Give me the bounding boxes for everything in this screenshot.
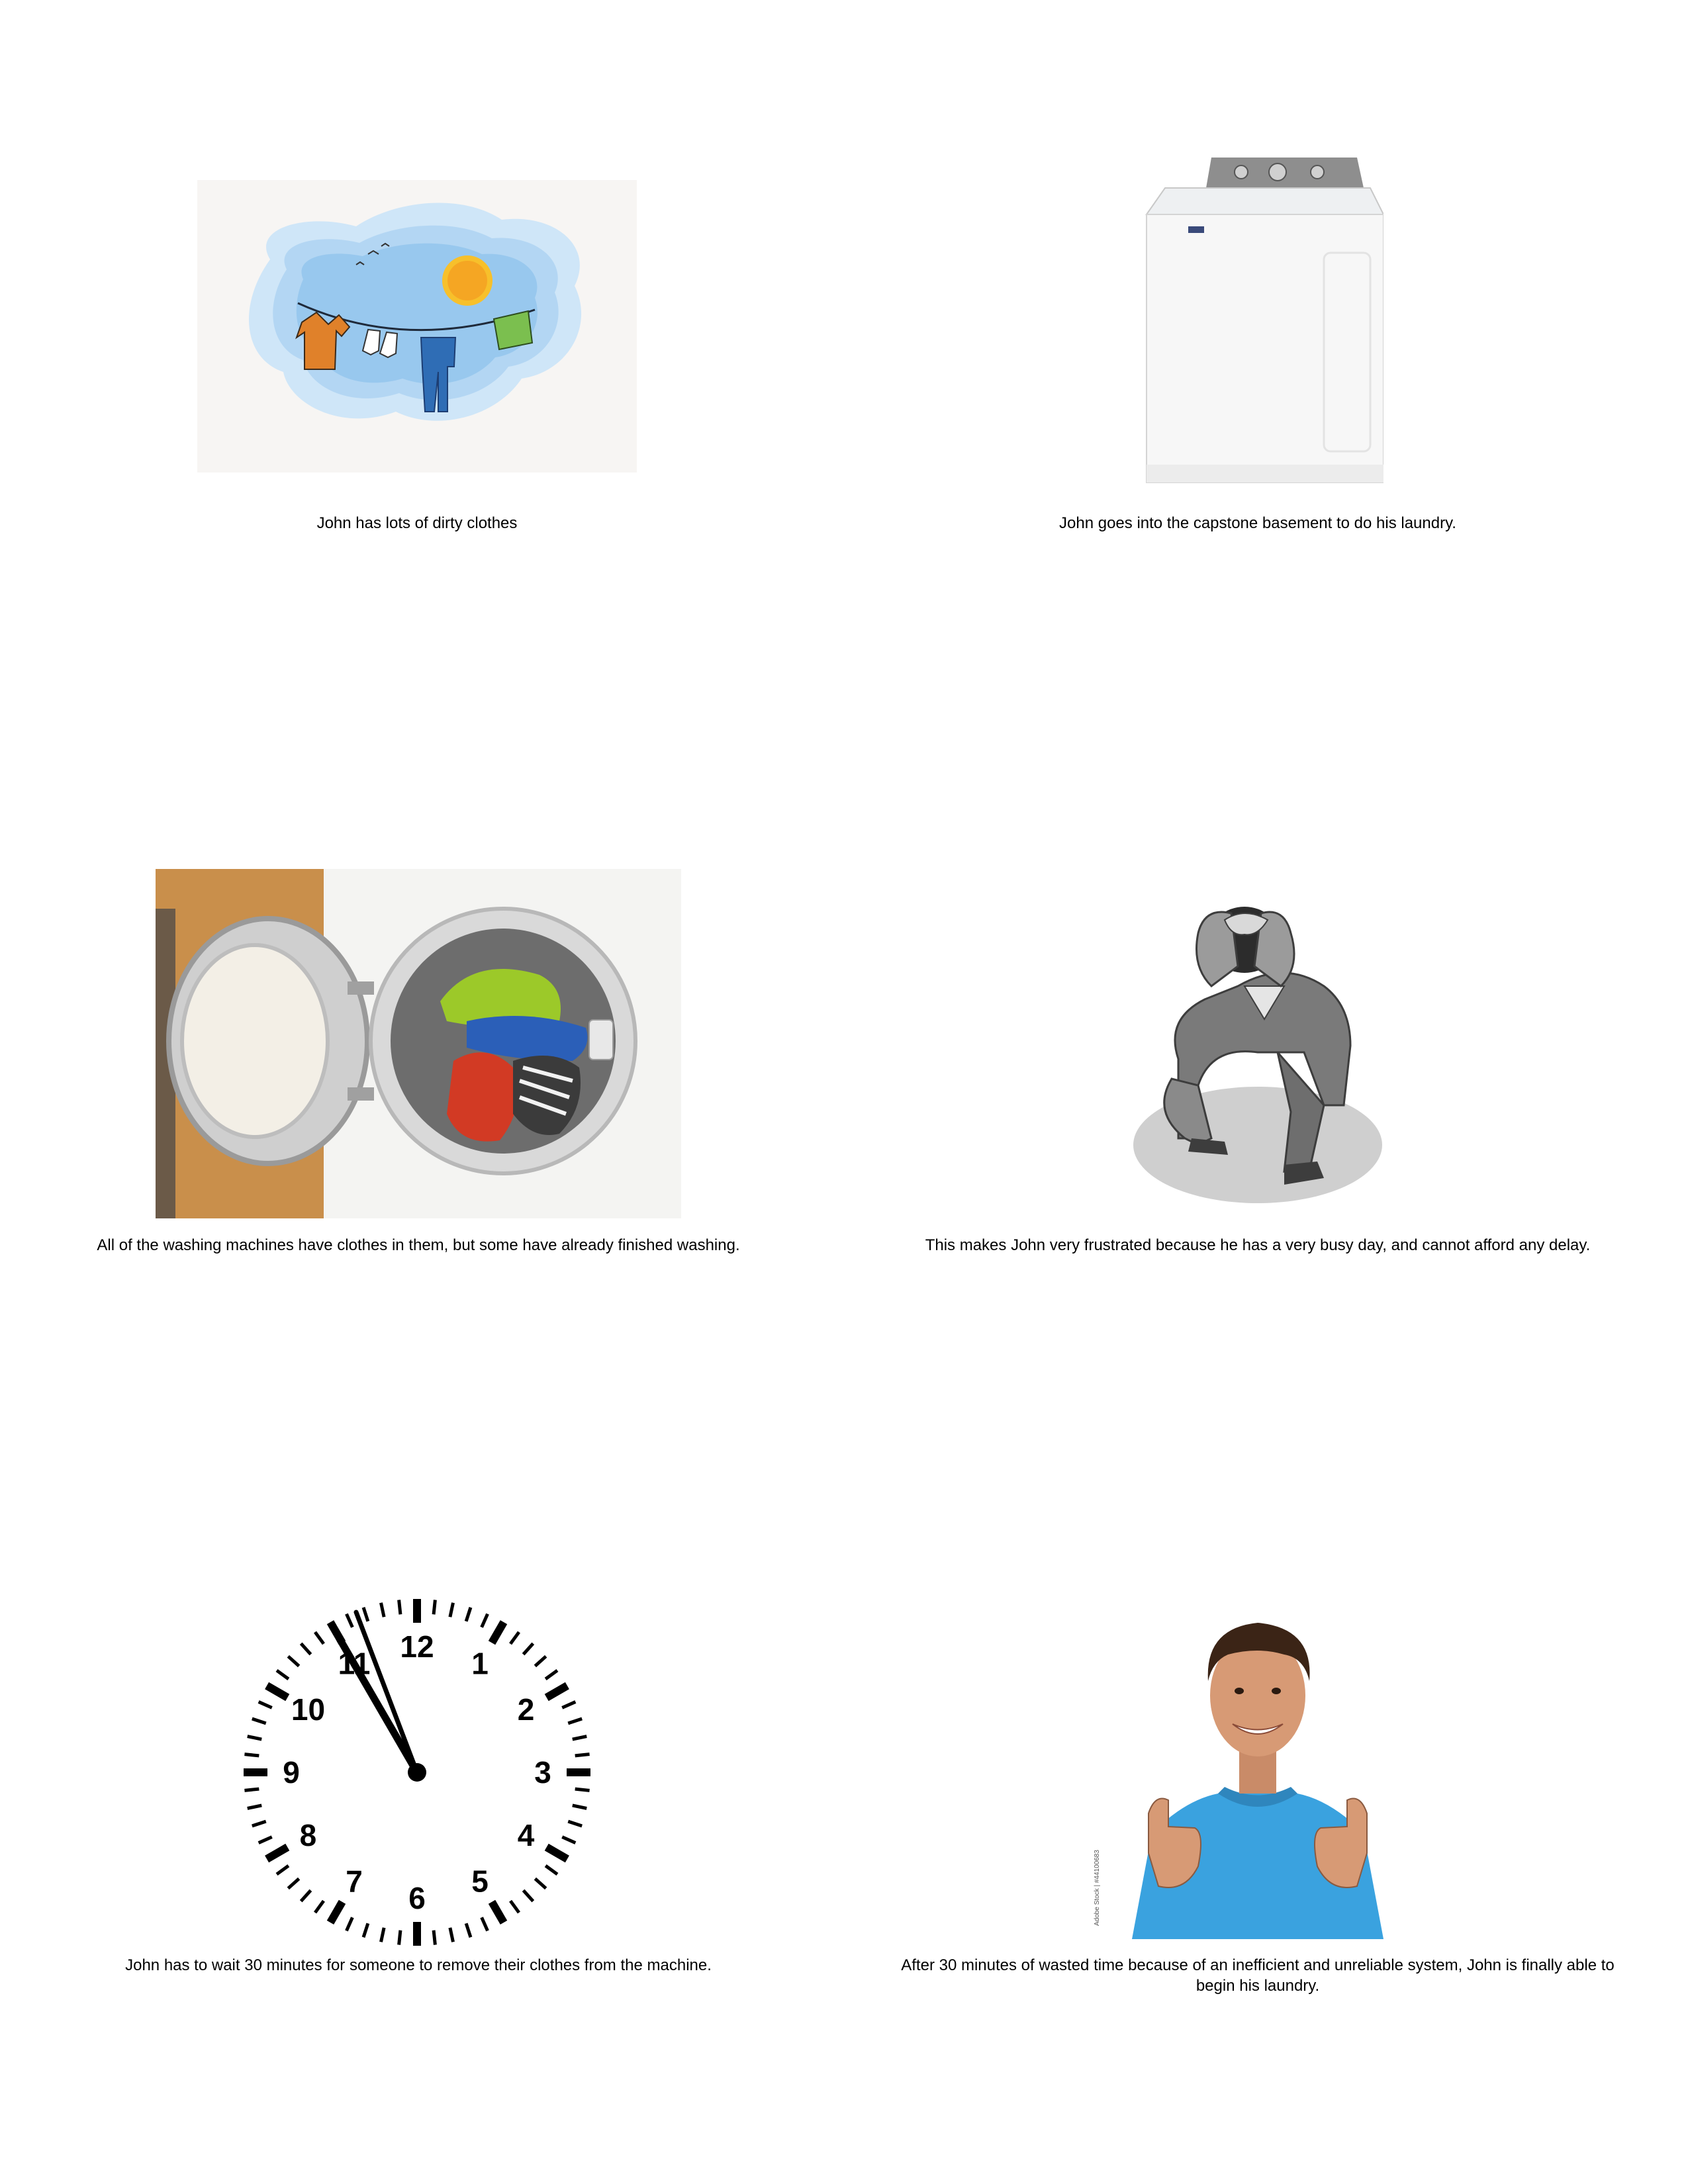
clock-minute-tick xyxy=(345,1917,354,1932)
clock-hour-tick xyxy=(265,1682,290,1702)
clock-minute-tick xyxy=(448,1602,455,1617)
clock-minute-tick xyxy=(244,1752,259,1758)
clock-number: 9 xyxy=(283,1755,300,1790)
clock-minute-tick xyxy=(464,1923,473,1938)
clock-minute-tick xyxy=(299,1889,312,1903)
clock-number: 7 xyxy=(346,1864,363,1899)
clock-minute-tick xyxy=(464,1607,473,1622)
stock-credit-watermark: Adobe Stock | #44100683 xyxy=(1094,1850,1101,1926)
clock-minute-tick xyxy=(299,1642,312,1656)
clock-minute-tick xyxy=(313,1899,325,1914)
clock-minute-tick xyxy=(244,1787,259,1792)
clock-minute-tick xyxy=(258,1700,273,1709)
panel-1-caption: John has lots of dirty clothes xyxy=(316,514,518,532)
clock-hour-tick xyxy=(544,1843,569,1863)
washing-machine-photo xyxy=(1125,154,1383,486)
clock-hour-tick xyxy=(488,1620,508,1645)
panel-3-caption: All of the washing machines have clothes… xyxy=(97,1236,740,1254)
panel-5-caption: John has to wait 30 minutes for someone … xyxy=(125,1956,712,1974)
clock-minute-tick xyxy=(575,1752,590,1758)
frustrated-man-illustration xyxy=(1125,887,1390,1205)
clock-minute-tick xyxy=(275,1864,290,1876)
clock-minute-tick xyxy=(361,1923,370,1938)
clock-minute-tick xyxy=(252,1717,267,1725)
clock-number: 2 xyxy=(518,1692,535,1727)
front-loader-with-clothes-photo xyxy=(156,869,681,1218)
clock-number: 3 xyxy=(534,1755,551,1790)
clock-minute-tick xyxy=(572,1735,587,1741)
clock-minute-tick xyxy=(567,1819,583,1828)
clock-number: 1 xyxy=(471,1646,489,1680)
clock-minute-tick xyxy=(247,1735,262,1741)
panel-4-caption: This makes John very frustrated because … xyxy=(925,1236,1591,1254)
clock-minute-tick xyxy=(544,1864,559,1876)
clothesline-illustration xyxy=(197,180,637,473)
panel-2-caption: John goes into the capstone basement to … xyxy=(1059,514,1456,532)
clock-minute-tick xyxy=(534,1877,547,1890)
clock-number: 4 xyxy=(518,1818,535,1852)
clock-minute-tick xyxy=(397,1600,402,1615)
clock-minute-tick xyxy=(509,1631,521,1645)
clock-minute-tick xyxy=(258,1835,273,1844)
clock-minute-tick xyxy=(544,1668,559,1680)
clock-minute-tick xyxy=(379,1602,386,1617)
clock-minute-tick xyxy=(575,1787,590,1792)
clock-minute-tick xyxy=(313,1631,325,1645)
clock-minute-tick xyxy=(397,1930,402,1945)
clock-hour-tick xyxy=(265,1843,290,1863)
clock-minute-tick xyxy=(567,1717,583,1725)
clock-minute-tick xyxy=(561,1835,577,1844)
clock-number: 12 xyxy=(400,1629,434,1664)
clock-minute-tick xyxy=(247,1803,262,1810)
clock-number: 5 xyxy=(471,1864,489,1899)
clock-minute-tick xyxy=(287,1877,301,1890)
clock-minute-tick xyxy=(561,1700,577,1709)
clock-minute-tick xyxy=(572,1803,587,1810)
clock-number: 6 xyxy=(408,1881,426,1915)
clock-hour-tick xyxy=(326,1899,346,1925)
clock-minute-tick xyxy=(345,1613,354,1628)
clock-minute-tick xyxy=(432,1930,437,1945)
clock-minute-tick xyxy=(480,1613,489,1628)
clock-hour-tick xyxy=(488,1899,508,1925)
thumbs-up-man-photo: Adobe Stock | #44100683 xyxy=(1086,1582,1430,1939)
clock-number: 8 xyxy=(300,1818,317,1852)
clock-minute-tick xyxy=(534,1655,547,1668)
clock-minute-tick xyxy=(252,1819,267,1828)
clock-minute-tick xyxy=(432,1600,437,1615)
clock-number: 10 xyxy=(291,1692,325,1727)
clock-minute-tick xyxy=(361,1607,370,1622)
clock-face: 121234567891011 xyxy=(232,1585,602,1956)
clock-minute-tick xyxy=(379,1927,386,1942)
clock-minute-tick xyxy=(480,1917,489,1932)
clock-minute-tick xyxy=(275,1668,290,1680)
clock-minute-tick xyxy=(448,1927,455,1942)
clock-minute-tick xyxy=(522,1889,535,1903)
clock-minute-tick xyxy=(522,1642,535,1656)
clock-minute-tick xyxy=(287,1655,301,1668)
clock-hour-tick xyxy=(544,1682,569,1702)
clock-minute-tick xyxy=(509,1899,521,1914)
panel-6-caption: After 30 minutes of wasted time because … xyxy=(901,1956,1615,1995)
